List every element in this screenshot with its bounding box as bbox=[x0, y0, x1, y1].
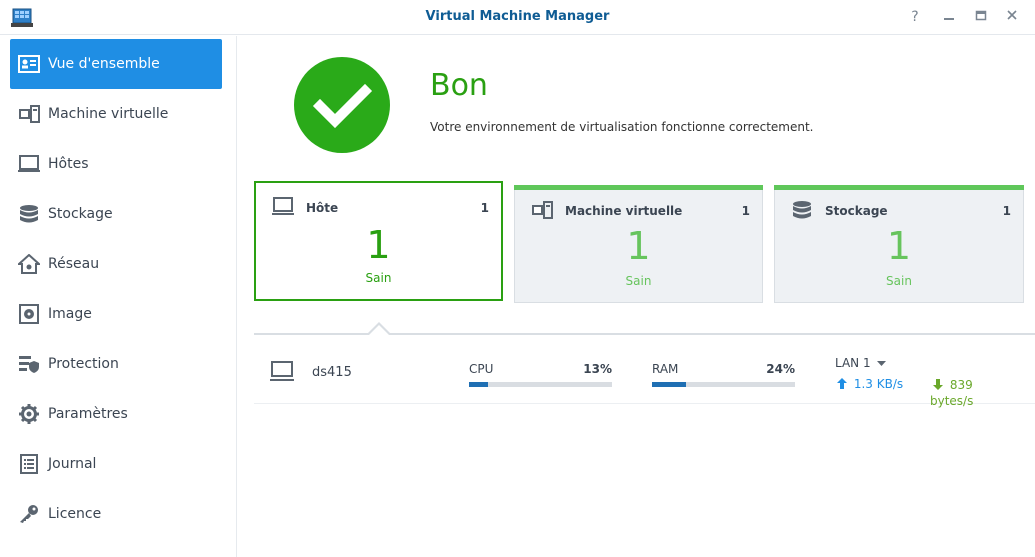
help-button[interactable]: ? bbox=[906, 8, 924, 26]
sidebar-item-hosts[interactable]: Hôtes bbox=[10, 139, 222, 189]
sidebar: Vue d'ensemble Machine virtuelle Hôtes S… bbox=[0, 36, 237, 557]
card-virtual-machine[interactable]: Machine virtuelle 1 1 Sain bbox=[514, 185, 763, 303]
sidebar-item-virtual-machine[interactable]: Machine virtuelle bbox=[10, 89, 222, 139]
host-row[interactable]: ds415 CPU 13% RAM 24% LAN 1 1.3 KB/s 839… bbox=[254, 345, 1035, 408]
card-value: 1 bbox=[886, 224, 912, 268]
card-count: 1 bbox=[1002, 204, 1011, 218]
card-count: 1 bbox=[480, 201, 489, 215]
card-status: Sain bbox=[886, 274, 912, 288]
card-storage[interactable]: Stockage 1 1 Sain bbox=[774, 185, 1024, 303]
status-description: Votre environnement de virtualisation fo… bbox=[430, 120, 814, 134]
lan-selector[interactable]: LAN 1 bbox=[835, 356, 887, 370]
key-icon bbox=[18, 503, 40, 525]
card-count: 1 bbox=[741, 204, 750, 218]
sidebar-item-label: Hôtes bbox=[48, 156, 89, 172]
sidebar-item-protection[interactable]: Protection bbox=[10, 339, 222, 389]
image-icon bbox=[18, 303, 40, 325]
ram-label: RAM bbox=[652, 362, 679, 376]
upload-value: 1.3 KB/s bbox=[853, 377, 904, 391]
title-bar: Virtual Machine Manager ? bbox=[0, 0, 1035, 35]
close-button[interactable] bbox=[1003, 8, 1021, 26]
card-title: Stockage bbox=[825, 204, 888, 218]
sidebar-item-storage[interactable]: Stockage bbox=[10, 189, 222, 239]
sidebar-item-label: Vue d'ensemble bbox=[48, 56, 160, 72]
status-title: Bon bbox=[430, 68, 488, 103]
window-title: Virtual Machine Manager bbox=[425, 9, 610, 24]
sidebar-item-log[interactable]: Journal bbox=[10, 439, 222, 489]
maximize-button[interactable] bbox=[972, 8, 990, 26]
ram-usage-bar bbox=[652, 382, 795, 387]
sidebar-item-image[interactable]: Image bbox=[10, 289, 222, 339]
card-title: Machine virtuelle bbox=[565, 204, 683, 218]
maximize-icon bbox=[975, 10, 987, 21]
arrow-up-icon bbox=[837, 378, 847, 389]
sidebar-item-label: Paramètres bbox=[48, 406, 128, 422]
network-icon bbox=[18, 253, 40, 275]
ram-value: 24% bbox=[766, 362, 795, 376]
card-host[interactable]: Hôte 1 1 Sain bbox=[254, 181, 503, 301]
download-speed: 839 bytes/s bbox=[930, 377, 1000, 409]
cpu-value: 13% bbox=[583, 362, 612, 376]
sidebar-item-settings[interactable]: Paramètres bbox=[10, 389, 222, 439]
card-status: Sain bbox=[365, 271, 392, 285]
host-icon bbox=[272, 197, 294, 215]
sidebar-item-label: Stockage bbox=[48, 206, 113, 222]
host-icon bbox=[18, 153, 40, 175]
cpu-usage-bar bbox=[469, 382, 612, 387]
upload-speed: 1.3 KB/s bbox=[837, 377, 903, 391]
sidebar-item-label: Réseau bbox=[48, 256, 100, 272]
virtual-machine-icon bbox=[532, 201, 553, 219]
sidebar-item-label: Journal bbox=[48, 456, 97, 472]
host-icon bbox=[270, 361, 294, 381]
sidebar-item-label: Licence bbox=[48, 506, 102, 522]
sidebar-item-license[interactable]: Licence bbox=[10, 489, 222, 539]
cpu-label: CPU bbox=[469, 362, 494, 376]
virtual-machine-icon bbox=[18, 103, 40, 125]
overview-icon bbox=[18, 53, 40, 75]
arrow-down-icon bbox=[933, 379, 943, 390]
sidebar-item-label: Image bbox=[48, 306, 92, 322]
card-value: 1 bbox=[626, 224, 651, 268]
protection-icon bbox=[18, 353, 40, 375]
storage-icon bbox=[793, 201, 811, 219]
lan-label: LAN 1 bbox=[835, 356, 871, 370]
ram-usage-fill bbox=[652, 382, 687, 387]
log-icon bbox=[18, 453, 40, 475]
storage-icon bbox=[18, 203, 40, 225]
close-icon bbox=[1007, 10, 1017, 20]
card-title: Hôte bbox=[306, 201, 339, 215]
minimize-icon bbox=[944, 18, 954, 20]
sidebar-item-label: Machine virtuelle bbox=[48, 106, 169, 122]
minimize-button[interactable] bbox=[940, 8, 958, 26]
sidebar-item-overview[interactable]: Vue d'ensemble bbox=[10, 39, 222, 89]
card-status: Sain bbox=[625, 274, 652, 288]
sidebar-item-label: Protection bbox=[48, 356, 119, 372]
card-value: 1 bbox=[366, 223, 391, 267]
cpu-usage-fill bbox=[469, 382, 488, 387]
status-check-icon bbox=[294, 57, 390, 153]
gear-icon bbox=[18, 403, 40, 425]
host-name: ds415 bbox=[312, 365, 352, 380]
chevron-down-icon bbox=[877, 360, 887, 366]
sidebar-item-network[interactable]: Réseau bbox=[10, 239, 222, 289]
